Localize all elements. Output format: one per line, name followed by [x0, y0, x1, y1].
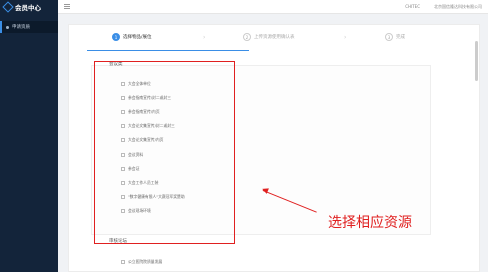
company-name[interactable]: 北京国信隆达科技有限公司: [434, 4, 482, 10]
sidebar-item-apply[interactable]: 申请资质: [0, 21, 58, 33]
top-link[interactable]: CHITEC: [405, 4, 420, 10]
step-number: 3: [385, 33, 393, 41]
annotation-highlight-box: [94, 61, 235, 244]
steps: 1 选择物品/展位 › 2 上传资源使用确认表 › 3 完成: [69, 33, 481, 51]
step-1[interactable]: 1 选择物品/展位: [112, 33, 152, 41]
menu-icon[interactable]: [64, 4, 70, 9]
topbar: CHITEC 北京国信隆达科技有限公司: [58, 0, 488, 14]
list-item[interactable]: 公立医院院质量发展: [121, 259, 162, 265]
scrollbar[interactable]: [475, 41, 478, 81]
annotation-text: 选择相应资源: [328, 215, 412, 231]
step-number: 1: [112, 33, 120, 41]
step-2[interactable]: 2 上传资源使用确认表: [243, 33, 295, 41]
brand: 会员中心: [0, 0, 58, 14]
brand-name: 会员中心: [15, 4, 41, 12]
dot-icon: [6, 25, 9, 29]
sidebar: 会员中心 申请资质: [0, 0, 58, 272]
checkbox[interactable]: [121, 260, 125, 264]
step-label: 完成: [396, 35, 405, 40]
step-3[interactable]: 3 完成: [385, 33, 405, 41]
top-right: CHITEC 北京国信隆达科技有限公司: [405, 4, 482, 10]
chevron-right-icon: ›: [344, 34, 347, 41]
active-step-underline: [87, 50, 249, 51]
step-label: 上传资源使用确认表: [254, 35, 295, 40]
sidebar-item-label: 申请资质: [12, 25, 30, 30]
logo-icon: [2, 1, 14, 13]
step-number: 2: [243, 33, 251, 41]
step-label: 选择物品/展位: [123, 35, 152, 40]
chevron-right-icon: ›: [203, 34, 206, 41]
